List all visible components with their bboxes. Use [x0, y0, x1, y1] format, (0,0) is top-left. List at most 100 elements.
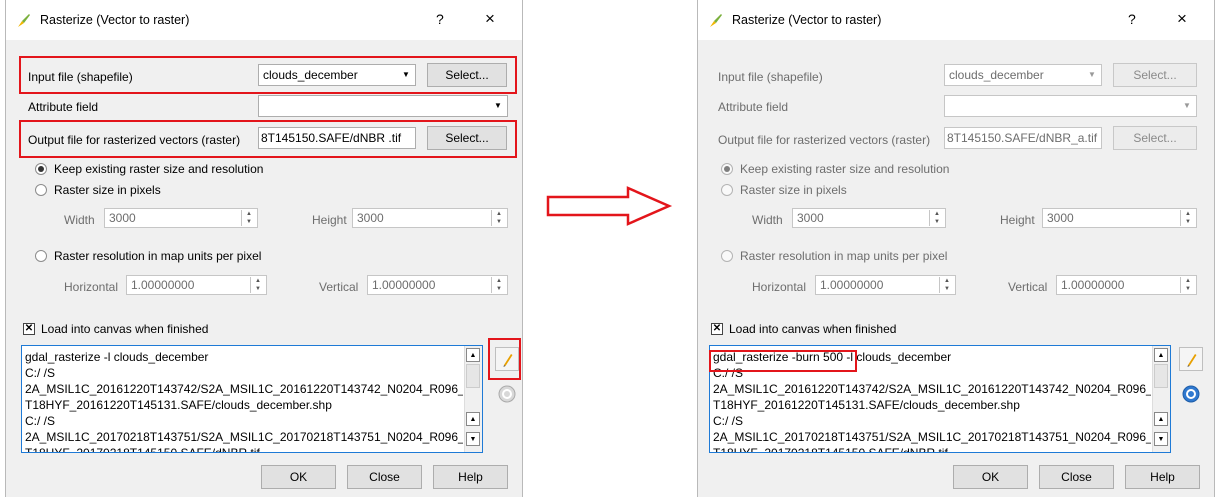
command-scrollbar[interactable]: ▲ ▲ ▼: [1152, 346, 1170, 452]
close-window-button[interactable]: ×: [485, 9, 495, 29]
vertical-value: 1.00000000: [1061, 278, 1125, 292]
chevron-down-icon: ▼: [1088, 70, 1096, 79]
highlight-burn-option: [709, 350, 857, 372]
output-file-field[interactable]: 8T145150.SAFE/dNBR_a.tif: [944, 127, 1102, 149]
horizontal-spinbox[interactable]: 1.00000000 ▲ ▼: [815, 275, 956, 295]
resolution-label: Raster resolution in map units per pixel: [740, 249, 948, 263]
help-button[interactable]: Help: [1125, 465, 1200, 489]
select-input-button[interactable]: Select...: [1113, 63, 1197, 87]
close-window-button[interactable]: ×: [1177, 9, 1187, 29]
input-file-label: Input file (shapefile): [718, 70, 823, 84]
command-line: C:/ /S: [25, 366, 56, 380]
horizontal-spinbox[interactable]: 1.00000000 ▲ ▼: [126, 275, 267, 295]
height-label: Height: [1000, 213, 1035, 227]
ok-button[interactable]: OK: [261, 465, 336, 489]
horizontal-label: Horizontal: [64, 280, 119, 294]
attribute-field-label: Attribute field: [28, 100, 99, 114]
scroll-up-icon[interactable]: ▲: [466, 412, 480, 426]
vertical-value: 1.00000000: [372, 278, 436, 292]
width-spinbox[interactable]: 3000 ▲ ▼: [104, 208, 258, 228]
height-spinbox[interactable]: 3000 ▲ ▼: [1042, 208, 1197, 228]
pencil-icon[interactable]: [1179, 347, 1203, 371]
command-line: 2A_MSIL1C_20161220T143742/S2A_MSIL1C_201…: [713, 382, 1151, 396]
reset-icon[interactable]: [1181, 384, 1201, 404]
close-button[interactable]: Close: [1039, 465, 1114, 489]
keep-size-radio[interactable]: [35, 163, 47, 175]
horizontal-value: 1.00000000: [820, 278, 884, 292]
vertical-label: Vertical: [319, 280, 359, 294]
chevron-down-icon: ▼: [1183, 101, 1191, 110]
chevron-down-icon: ▼: [494, 101, 502, 110]
scroll-thumb[interactable]: [466, 364, 480, 388]
command-line: 2A_MSIL1C_20161220T143742/S2A_MSIL1C_201…: [25, 382, 463, 396]
scroll-down-icon[interactable]: ▼: [1154, 432, 1168, 446]
command-line: T18HYF_20161220T145131.SAFE/clouds_decem…: [25, 398, 332, 412]
rasterize-dialog-before: Rasterize (Vector to raster) ? × Input f…: [5, 0, 523, 497]
command-textarea[interactable]: gdal_rasterize -l clouds_december C:/ /S…: [21, 345, 483, 453]
horizontal-label: Horizontal: [752, 280, 807, 294]
raster-size-label: Raster size in pixels: [740, 183, 847, 197]
spin-arrows-icon: ▲ ▼: [491, 277, 506, 293]
scroll-down-icon[interactable]: ▼: [466, 432, 480, 446]
scroll-up-icon[interactable]: ▲: [466, 348, 480, 362]
command-scrollbar[interactable]: ▲ ▲ ▼: [464, 346, 482, 452]
command-line: gdal_rasterize -l clouds_december: [25, 350, 209, 364]
dialog-title: Rasterize (Vector to raster): [40, 13, 190, 27]
spin-arrows-icon: ▲ ▼: [929, 210, 944, 226]
ok-button[interactable]: OK: [953, 465, 1028, 489]
qgis-brush-icon: [18, 14, 30, 27]
height-value: 3000: [1047, 211, 1074, 225]
attribute-field-combo[interactable]: ▼: [944, 95, 1197, 117]
command-text: gdal_rasterize -l clouds_december C:/ /S…: [25, 349, 463, 453]
help-title-button[interactable]: ?: [436, 11, 444, 27]
spin-arrows-icon: ▲ ▼: [1180, 277, 1195, 293]
attribute-field-label: Attribute field: [718, 100, 789, 114]
spin-arrows-icon: ▲ ▼: [491, 210, 506, 226]
spin-arrows-icon: ▲ ▼: [939, 277, 954, 293]
scroll-up-icon[interactable]: ▲: [1154, 412, 1168, 426]
raster-size-radio[interactable]: [721, 184, 733, 196]
resolution-label: Raster resolution in map units per pixel: [54, 249, 262, 263]
output-file-label: Output file for rasterized vectors (rast…: [718, 133, 931, 147]
keep-size-radio[interactable]: [721, 163, 733, 175]
height-value: 3000: [357, 211, 384, 225]
raster-size-radio[interactable]: [35, 184, 47, 196]
vertical-label: Vertical: [1008, 280, 1048, 294]
highlight-edit-button: [488, 338, 521, 380]
highlight-output-row: [19, 120, 517, 158]
keep-size-label: Keep existing raster size and resolution: [54, 162, 264, 176]
keep-size-label: Keep existing raster size and resolution: [740, 162, 950, 176]
horizontal-value: 1.00000000: [131, 278, 195, 292]
width-spinbox[interactable]: 3000 ▲ ▼: [792, 208, 946, 228]
height-spinbox[interactable]: 3000 ▲ ▼: [352, 208, 508, 228]
resolution-radio[interactable]: [721, 250, 733, 262]
vertical-spinbox[interactable]: 1.00000000 ▲ ▼: [367, 275, 508, 295]
command-line: C:/ /S: [25, 414, 56, 428]
load-canvas-checkbox[interactable]: ✕: [711, 323, 723, 335]
attribute-field-combo[interactable]: ▼: [258, 95, 508, 117]
command-line: C:/ /S: [713, 414, 744, 428]
width-label: Width: [64, 213, 95, 227]
command-line: T18HYF_20170218T145150.SAFE/dNBR.tif: [25, 446, 260, 453]
reset-icon[interactable]: [497, 384, 517, 404]
rasterize-dialog-after: Rasterize (Vector to raster) ? × Input f…: [697, 0, 1215, 497]
command-line: 2A_MSIL1C_20170218T143751/S2A_MSIL1C_201…: [713, 430, 1151, 444]
command-line: 2A_MSIL1C_20170218T143751/S2A_MSIL1C_201…: [25, 430, 463, 444]
input-file-combo[interactable]: clouds_december ▼: [944, 64, 1102, 86]
select-output-button[interactable]: Select...: [1113, 126, 1197, 150]
height-label: Height: [312, 213, 347, 227]
dialog-title: Rasterize (Vector to raster): [732, 13, 882, 27]
scroll-thumb[interactable]: [1154, 364, 1168, 388]
help-title-button[interactable]: ?: [1128, 11, 1136, 27]
spin-arrows-icon: ▲ ▼: [241, 210, 256, 226]
spin-arrows-icon: ▲ ▼: [250, 277, 265, 293]
vertical-spinbox[interactable]: 1.00000000 ▲ ▼: [1056, 275, 1197, 295]
resolution-radio[interactable]: [35, 250, 47, 262]
width-label: Width: [752, 213, 783, 227]
load-canvas-checkbox[interactable]: ✕: [23, 323, 35, 335]
scroll-up-icon[interactable]: ▲: [1154, 348, 1168, 362]
help-button[interactable]: Help: [433, 465, 508, 489]
close-button[interactable]: Close: [347, 465, 422, 489]
command-line: T18HYF_20170218T145150.SAFE/dNBR.tif: [713, 446, 948, 453]
title-bar: Rasterize (Vector to raster) ? ×: [698, 0, 1214, 40]
